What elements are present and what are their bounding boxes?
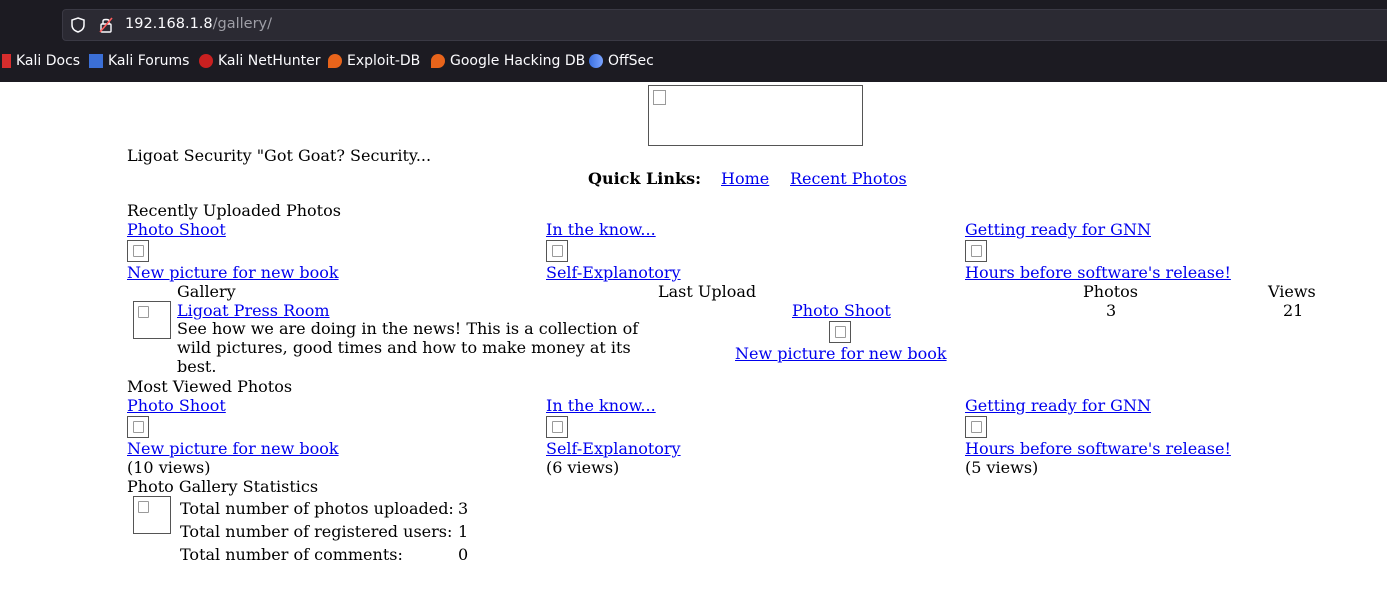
bookmark-label: Kali Docs — [16, 53, 81, 69]
photo-thumbnail[interactable] — [965, 416, 987, 438]
url-path: /gallery/ — [212, 16, 273, 32]
stat-value: 1 — [458, 522, 469, 541]
bookmark-kali-docs[interactable]: Kali Docs — [2, 52, 80, 70]
quick-links-label: Quick Links: — [588, 169, 702, 188]
bookmark-label: Kali Forums — [108, 53, 190, 69]
bookmark-label: OffSec — [608, 53, 654, 69]
recent-album-link[interactable]: Photo Shoot — [127, 220, 226, 239]
gallery-description: See how we are doing in the news! This i… — [177, 319, 639, 376]
recent-heading: Recently Uploaded Photos — [127, 201, 341, 220]
recent-photo-link[interactable]: New picture for new book — [127, 263, 339, 282]
url-host: 192.168.1.8 — [125, 16, 213, 32]
recent-album-link[interactable]: Getting ready for GNN — [965, 220, 1151, 239]
stat-label: Total number of comments: — [180, 545, 403, 564]
stat-value: 3 — [458, 499, 469, 518]
most-viewed-album-link[interactable]: Photo Shoot — [127, 396, 226, 415]
shield-icon[interactable] — [71, 17, 85, 33]
photo-thumbnail[interactable] — [127, 240, 149, 262]
recent-photo-link[interactable]: Self-Explanotory — [546, 263, 681, 282]
bookmark-kali-nethunter[interactable]: Kali NetHunter — [199, 52, 320, 70]
most-viewed-photo-link[interactable]: Hours before software's release! — [965, 439, 1231, 458]
last-upload-photo-link[interactable]: New picture for new book — [735, 344, 947, 363]
bookmark-label: Exploit-DB — [347, 53, 421, 69]
recent-album-link[interactable]: In the know... — [546, 220, 656, 239]
most-viewed-photo-link[interactable]: Self-Explanotory — [546, 439, 681, 458]
gallery-view-count: 21 — [1283, 301, 1304, 320]
last-upload-column-header: Last Upload — [658, 282, 757, 301]
photo-thumbnail[interactable] — [965, 240, 987, 262]
kali-forums-icon — [89, 54, 103, 68]
recent-photo-link[interactable]: Hours before software's release! — [965, 263, 1231, 282]
photo-thumbnail[interactable] — [127, 416, 149, 438]
bookmark-exploit-db[interactable]: Exploit-DB — [328, 52, 420, 70]
photos-column-header: Photos — [1083, 282, 1138, 301]
view-count: (6 views) — [546, 458, 620, 477]
stat-value: 0 — [458, 545, 469, 564]
gallery-photo-count: 3 — [1106, 301, 1117, 320]
kali-nethunter-icon — [199, 54, 213, 68]
gallery-name-link[interactable]: Ligoat Press Room — [177, 301, 330, 320]
insecure-lock-icon[interactable] — [99, 17, 113, 33]
bookmark-label: Kali NetHunter — [218, 53, 321, 69]
recent-photos-link[interactable]: Recent Photos — [790, 169, 907, 188]
last-upload-album-link[interactable]: Photo Shoot — [792, 301, 891, 320]
photo-thumbnail[interactable] — [546, 416, 568, 438]
stats-heading: Photo Gallery Statistics — [127, 477, 319, 496]
url-text[interactable]: 192.168.1.8/gallery/ — [125, 16, 272, 32]
most-viewed-album-link[interactable]: Getting ready for GNN — [965, 396, 1151, 415]
stat-label: Total number of registered users: — [180, 522, 453, 541]
kali-docs-icon — [2, 54, 11, 68]
google-hacking-db-icon — [431, 54, 445, 68]
gallery-thumbnail[interactable] — [133, 301, 171, 339]
stats-image — [133, 496, 171, 534]
home-link[interactable]: Home — [721, 169, 769, 188]
site-tagline: Ligoat Security "Got Goat? Security... — [127, 146, 432, 165]
view-count: (5 views) — [965, 458, 1039, 477]
stat-label: Total number of photos uploaded: — [180, 499, 454, 518]
views-column-header: Views — [1268, 282, 1316, 301]
bookmark-kali-forums[interactable]: Kali Forums — [89, 52, 189, 70]
view-count: (10 views) — [127, 458, 211, 477]
bookmark-label: Google Hacking DB — [450, 53, 586, 69]
exploit-db-icon — [328, 54, 342, 68]
gallery-column-header: Gallery — [177, 282, 236, 301]
site-logo-image — [648, 85, 863, 146]
last-upload-thumbnail[interactable] — [829, 321, 851, 343]
photo-thumbnail[interactable] — [546, 240, 568, 262]
most-viewed-photo-link[interactable]: New picture for new book — [127, 439, 339, 458]
bookmark-offsec[interactable]: OffSec — [589, 52, 654, 70]
most-viewed-heading: Most Viewed Photos — [127, 377, 293, 396]
most-viewed-album-link[interactable]: In the know... — [546, 396, 656, 415]
broken-image-icon — [653, 90, 666, 105]
bookmark-google-hacking-db[interactable]: Google Hacking DB — [431, 52, 585, 70]
offsec-icon — [589, 54, 603, 68]
